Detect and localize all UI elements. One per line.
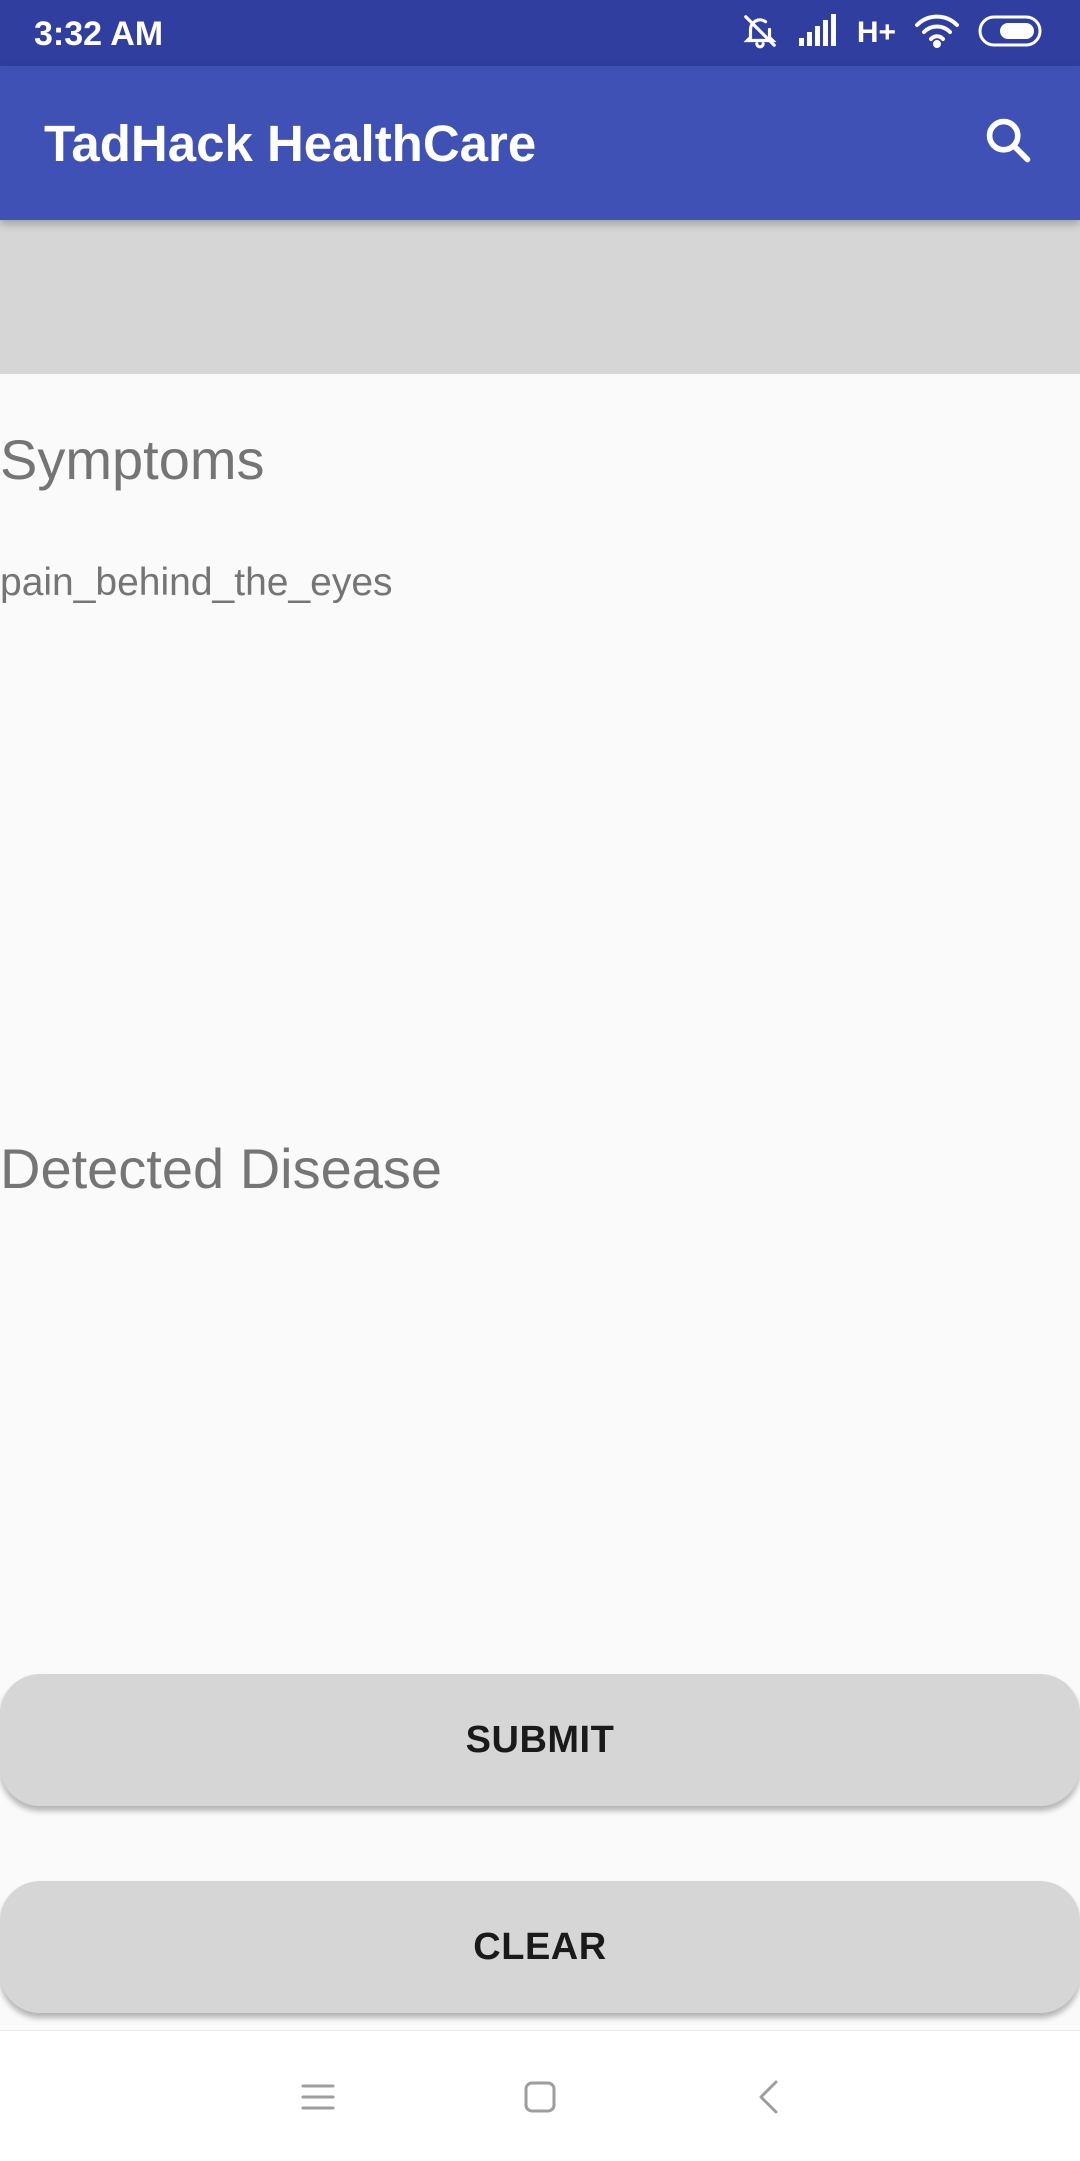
- search-icon: [982, 114, 1034, 171]
- back-icon: [756, 2079, 780, 2120]
- app-title: TadHack HealthCare: [44, 115, 537, 172]
- battery-icon: [978, 15, 1046, 52]
- status-bar: 3:32 AM H+: [0, 0, 1080, 66]
- status-time: 3:32 AM: [34, 15, 164, 53]
- clear-button[interactable]: CLEAR: [0, 1881, 1080, 2013]
- symptoms-heading: Symptoms: [0, 428, 265, 491]
- submit-button[interactable]: SUBMIT: [0, 1674, 1080, 1806]
- status-icons: H+: [741, 10, 1046, 56]
- wifi-icon: [914, 14, 960, 53]
- banner-area: [0, 220, 1080, 374]
- muted-bell-icon: [741, 12, 779, 55]
- symptom-item: pain_behind_the_eyes: [0, 561, 393, 604]
- app-bar: TadHack HealthCare: [0, 66, 1080, 220]
- home-icon: [523, 2080, 557, 2119]
- back-button[interactable]: [740, 2071, 796, 2127]
- signal-icon: [797, 13, 839, 53]
- menu-icon: [301, 2082, 335, 2117]
- home-button[interactable]: [512, 2071, 568, 2127]
- network-type: H+: [856, 16, 896, 49]
- detected-disease-heading: Detected Disease: [0, 1137, 443, 1200]
- navigation-bar: [0, 2030, 1080, 2161]
- menu-button[interactable]: [290, 2071, 346, 2127]
- search-button[interactable]: [976, 110, 1040, 174]
